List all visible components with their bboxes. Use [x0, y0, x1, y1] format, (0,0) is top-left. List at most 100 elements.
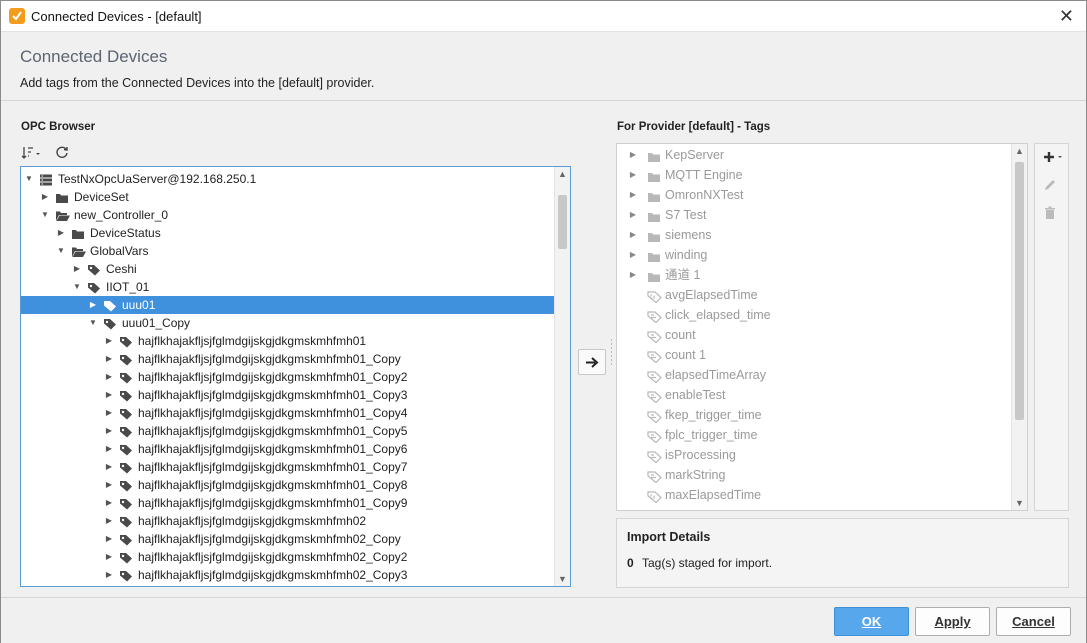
expand-right-icon[interactable]: ▶ — [628, 225, 638, 245]
expand-right-icon[interactable]: ▶ — [104, 422, 114, 440]
tree-row[interactable]: ▶ DeviceSet — [21, 188, 554, 206]
expand-right-icon[interactable]: ▶ — [104, 566, 114, 584]
provider-row[interactable]: count 1 — [617, 345, 1011, 365]
add-to-provider-button[interactable] — [578, 349, 606, 375]
provider-scrollbar[interactable]: ▲ ▼ — [1011, 144, 1027, 510]
expand-right-icon[interactable]: ▶ — [628, 145, 638, 165]
tree-row[interactable]: ▶ DeviceStatus — [21, 224, 554, 242]
expand-down-icon[interactable]: ▼ — [56, 242, 66, 260]
expand-right-icon[interactable]: ▶ — [104, 476, 114, 494]
scroll-up-icon[interactable]: ▲ — [1012, 144, 1027, 158]
tree-row[interactable]: ▼ uuu01_Copy — [21, 314, 554, 332]
tag-icon — [119, 515, 133, 528]
tree-row-label: hajflkhajakfljsjfglmdgijskgjdkgmskmhfmh0… — [138, 352, 401, 366]
tree-row[interactable]: ▶ hajflkhajakfljsjfglmdgijskgjdkgmskmhfmh… — [21, 350, 554, 368]
expand-right-icon[interactable]: ▶ — [628, 185, 638, 205]
tree-row[interactable]: ▶ hajflkhajakfljsjfglmdgijskgjdkgmskmhfmh… — [21, 368, 554, 386]
tree-row[interactable]: ▼ TestNxOpcUaServer@192.168.250.1 — [21, 170, 554, 188]
tree-row[interactable]: ▶ hajflkhajakfljsjfglmdgijskgjdkgmskmhfmh… — [21, 440, 554, 458]
expand-down-icon[interactable]: ▼ — [72, 278, 82, 296]
provider-row[interactable]: ▶ winding — [617, 245, 1011, 265]
provider-row[interactable]: enableTest — [617, 385, 1011, 405]
tree-row-selected[interactable]: ▶ uuu01 — [21, 296, 554, 314]
scroll-down-icon[interactable]: ▼ — [555, 572, 570, 586]
provider-row[interactable]: fkep_trigger_time — [617, 405, 1011, 425]
sort-icon[interactable] — [21, 145, 41, 163]
opc-browser-tree[interactable]: ▼ TestNxOpcUaServer@192.168.250.1 ▶ DeviceS… — [20, 166, 571, 587]
refresh-icon[interactable] — [55, 145, 75, 163]
expand-right-icon[interactable]: ▶ — [104, 404, 114, 422]
memory-tag-icon — [647, 449, 662, 464]
provider-row[interactable]: ▶ MQTT Engine — [617, 165, 1011, 185]
provider-row[interactable]: ▶ S7 Test — [617, 205, 1011, 225]
expand-right-icon[interactable]: ▶ — [628, 245, 638, 265]
expand-down-icon[interactable]: ▼ — [40, 206, 50, 224]
scroll-thumb[interactable] — [1015, 162, 1024, 420]
tree-row[interactable]: ▶ hajflkhajakfljsjfglmdgijskgjdkgmskmhfmh… — [21, 476, 554, 494]
expand-right-icon[interactable]: ▶ — [104, 368, 114, 386]
provider-row[interactable]: ▶ siemens — [617, 225, 1011, 245]
expand-down-icon[interactable]: ▼ — [24, 170, 34, 188]
panel-splitter[interactable] — [610, 339, 614, 367]
expand-right-icon[interactable]: ▶ — [72, 260, 82, 278]
tree-row-label: GlobalVars — [90, 244, 149, 258]
provider-row-label: isProcessing — [665, 448, 736, 462]
cancel-button[interactable]: Cancel — [996, 607, 1071, 636]
ok-button[interactable]: OK — [834, 607, 909, 636]
delete-icon[interactable] — [1043, 206, 1065, 224]
expand-down-icon[interactable]: ▼ — [88, 314, 98, 332]
provider-row[interactable]: ▶ 通道 1 — [617, 265, 1011, 285]
expand-right-icon[interactable]: ▶ — [56, 224, 66, 242]
provider-row[interactable]: isProcessing — [617, 445, 1011, 465]
tree-row[interactable]: ▶ hajflkhajakfljsjfglmdgijskgjdkgmskmhfmh… — [21, 386, 554, 404]
provider-row[interactable]: fx maxElapsedTime — [617, 485, 1011, 505]
expand-right-icon[interactable]: ▶ — [628, 205, 638, 225]
provider-tags-tree[interactable]: ▶ KepServer ▶ MQTT Engine ▶ OmronNXTest ▶ S7 Te… — [616, 143, 1028, 511]
opc-scrollbar[interactable]: ▲ ▼ — [554, 167, 570, 586]
scroll-down-icon[interactable]: ▼ — [1012, 496, 1027, 510]
tree-row[interactable]: ▶ hajflkhajakfljsjfglmdgijskgjdkgmskmhfmh… — [21, 530, 554, 548]
apply-button[interactable]: Apply — [915, 607, 990, 636]
expand-right-icon[interactable]: ▶ — [104, 512, 114, 530]
tree-row[interactable]: ▶ hajflkhajakfljsjfglmdgijskgjdkgmskmhfmh… — [21, 512, 554, 530]
provider-row[interactable]: count — [617, 325, 1011, 345]
tree-row[interactable]: ▶ hajflkhajakfljsjfglmdgijskgjdkgmskmhfmh… — [21, 494, 554, 512]
provider-row[interactable]: markString — [617, 465, 1011, 485]
tree-row[interactable]: ▶ hajflkhajakfljsjfglmdgijskgjdkgmskmhfmh… — [21, 566, 554, 584]
provider-row[interactable]: click_elapsed_time — [617, 305, 1011, 325]
expand-right-icon[interactable]: ▶ — [104, 530, 114, 548]
tree-row[interactable]: ▶ hajflkhajakfljsjfglmdgijskgjdkgmskmhfmh… — [21, 332, 554, 350]
add-icon[interactable] — [1043, 150, 1065, 168]
tree-row[interactable]: ▼ new_Controller_0 — [21, 206, 554, 224]
expand-right-icon[interactable]: ▶ — [104, 458, 114, 476]
provider-row[interactable]: ▶ OmronNXTest — [617, 185, 1011, 205]
provider-row[interactable]: ▶ KepServer — [617, 145, 1011, 165]
expand-right-icon[interactable]: ▶ — [628, 165, 638, 185]
edit-icon[interactable] — [1043, 178, 1065, 196]
expand-right-icon[interactable]: ▶ — [40, 188, 50, 206]
provider-row[interactable]: fplc_trigger_time — [617, 425, 1011, 445]
scroll-up-icon[interactable]: ▲ — [555, 167, 570, 181]
expand-right-icon[interactable]: ▶ — [104, 440, 114, 458]
expand-right-icon[interactable]: ▶ — [88, 296, 98, 314]
tree-row[interactable]: ▶ Ceshi — [21, 260, 554, 278]
tree-row[interactable]: ▶ hajflkhajakfljsjfglmdgijskgjdkgmskmhfmh… — [21, 548, 554, 566]
tree-row[interactable]: ▶ hajflkhajakfljsjfglmdgijskgjdkgmskmhfmh… — [21, 404, 554, 422]
provider-row[interactable]: elapsedTimeArray — [617, 365, 1011, 385]
provider-row-label: S7 Test — [665, 208, 707, 222]
expand-right-icon[interactable]: ▶ — [104, 386, 114, 404]
close-icon[interactable]: ✕ — [1059, 6, 1074, 26]
expand-right-icon[interactable]: ▶ — [104, 494, 114, 512]
tree-row-label: hajflkhajakfljsjfglmdgijskgjdkgmskmhfmh0… — [138, 532, 401, 546]
tree-row[interactable]: ▼ IIOT_01 — [21, 278, 554, 296]
expand-right-icon[interactable]: ▶ — [104, 350, 114, 368]
tag-icon — [119, 551, 133, 564]
scroll-thumb[interactable] — [558, 195, 567, 249]
expand-right-icon[interactable]: ▶ — [104, 548, 114, 566]
expand-right-icon[interactable]: ▶ — [104, 332, 114, 350]
provider-row[interactable]: fx avgElapsedTime — [617, 285, 1011, 305]
tree-row[interactable]: ▼ GlobalVars — [21, 242, 554, 260]
expand-right-icon[interactable]: ▶ — [628, 265, 638, 285]
tree-row[interactable]: ▶ hajflkhajakfljsjfglmdgijskgjdkgmskmhfmh… — [21, 458, 554, 476]
tree-row[interactable]: ▶ hajflkhajakfljsjfglmdgijskgjdkgmskmhfmh… — [21, 422, 554, 440]
